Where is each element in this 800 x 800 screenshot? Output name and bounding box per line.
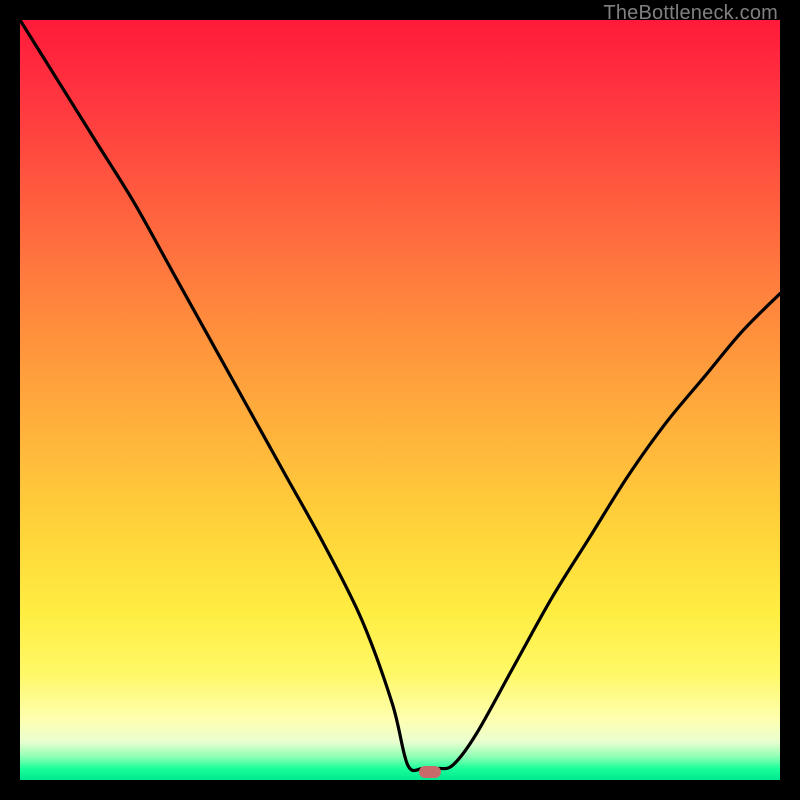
bottleneck-curve xyxy=(20,20,780,780)
watermark-text: TheBottleneck.com xyxy=(603,2,778,25)
optimum-marker xyxy=(419,766,441,778)
plot-area xyxy=(20,20,780,780)
chart-frame: TheBottleneck.com xyxy=(0,0,800,800)
